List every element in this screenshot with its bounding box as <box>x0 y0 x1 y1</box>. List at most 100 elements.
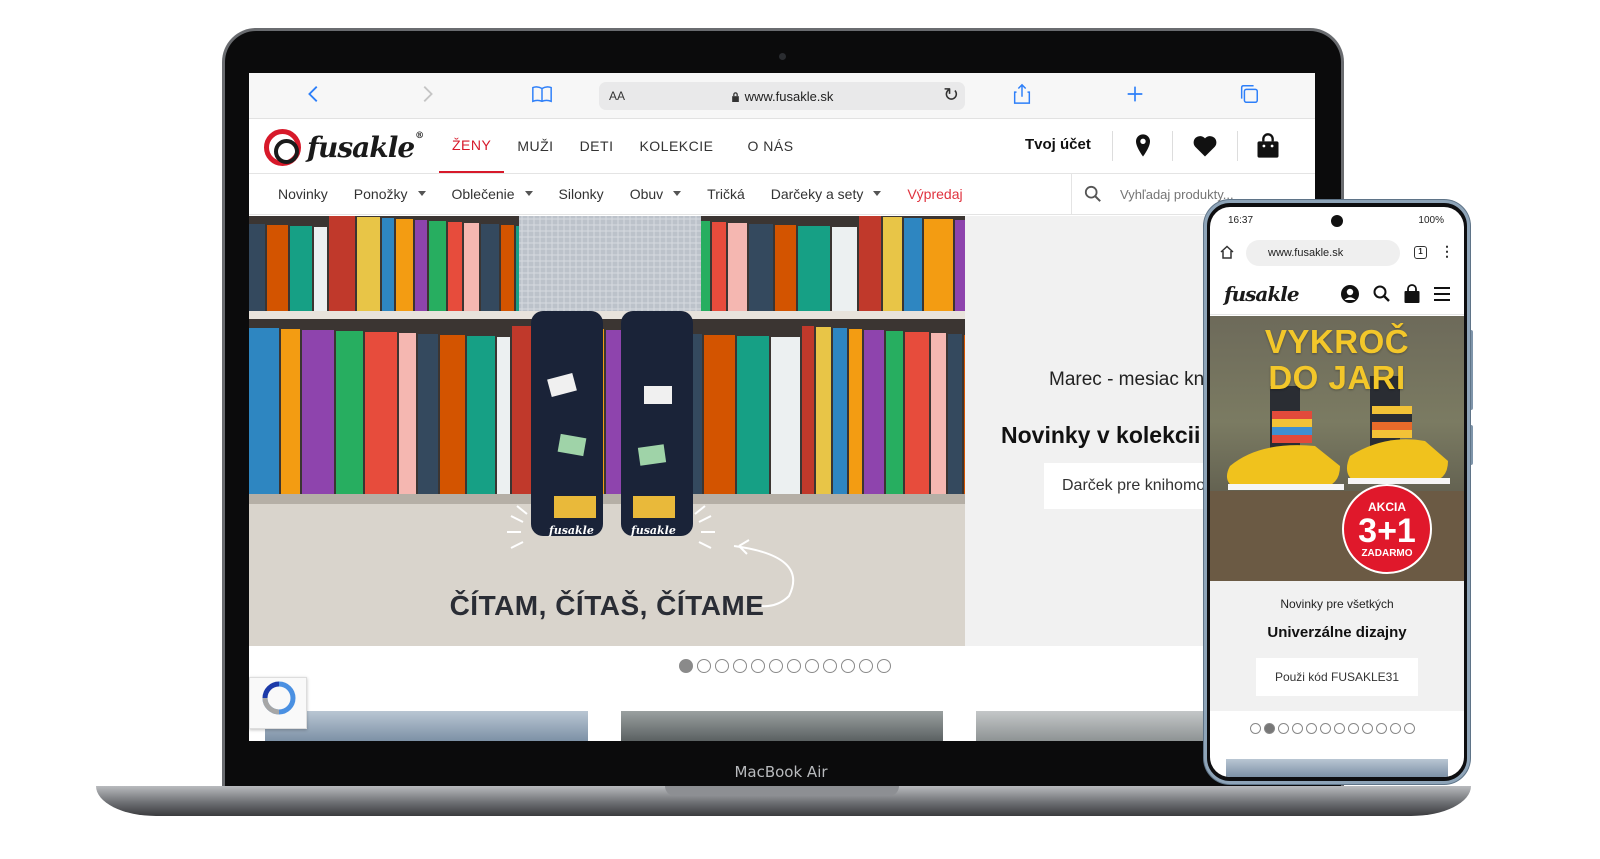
account-link[interactable]: Tvoj účet <box>1025 136 1091 153</box>
nav-item-muzi[interactable]: MUŽI <box>504 119 566 173</box>
category-item[interactable]: Tričká <box>694 174 758 214</box>
slider-dot[interactable] <box>733 659 747 673</box>
slider-dot[interactable] <box>823 659 837 673</box>
slider-dot[interactable] <box>1320 723 1331 734</box>
slider-dot[interactable] <box>751 659 765 673</box>
phone-promo-panel: Novinky pre všetkých Univerzálne dizajny… <box>1210 581 1464 711</box>
chevron-down-icon <box>673 190 682 196</box>
phone-promo-subtitle: Novinky pre všetkých <box>1280 597 1394 611</box>
bookmarks-icon[interactable] <box>529 83 555 109</box>
lock-icon <box>731 92 739 102</box>
recaptcha-badge[interactable] <box>249 677 307 729</box>
slider-dot[interactable] <box>841 659 855 673</box>
phone-tabs-icon[interactable]: 1 <box>1414 246 1427 259</box>
logo-wordmark: fusakle® <box>307 130 424 164</box>
category-item[interactable]: Obuv <box>617 174 694 214</box>
share-icon[interactable] <box>1009 83 1035 109</box>
laptop-screen: AA www.fusakle.sk ↻ fusakle® ŽENY MUŽI D… <box>249 73 1315 741</box>
hero-subtitle: Marec - mesiac kn <box>1049 369 1205 390</box>
account-icon[interactable] <box>1340 284 1360 304</box>
phone-address-bar[interactable]: www.fusakle.sk <box>1246 240 1400 266</box>
slider-dot[interactable] <box>1404 723 1415 734</box>
address-bar[interactable]: AA www.fusakle.sk ↻ <box>599 82 965 110</box>
phone-slider-dots <box>1250 723 1415 734</box>
slider-dot[interactable] <box>1390 723 1401 734</box>
slider-dot[interactable] <box>769 659 783 673</box>
slider-dot[interactable] <box>1348 723 1359 734</box>
category-item[interactable]: Darčeky a sety <box>758 174 895 214</box>
sock-logo-right: fusakle <box>630 524 676 537</box>
cart-bag-icon[interactable] <box>1402 284 1422 304</box>
slider-dot[interactable] <box>859 659 873 673</box>
phone-site-header: fusakle <box>1210 273 1464 315</box>
category-item[interactable]: Výpredaj <box>894 174 975 214</box>
category-label: Ponožky <box>353 186 408 202</box>
chevron-down-icon <box>873 190 882 196</box>
slider-dot[interactable] <box>787 659 801 673</box>
forward-icon[interactable] <box>414 83 440 109</box>
hamburger-menu-icon[interactable] <box>1432 284 1452 304</box>
nav-item-zeny[interactable]: ŽENY <box>439 119 505 173</box>
slider-dot[interactable] <box>1362 723 1373 734</box>
phone-browser-bar: www.fusakle.sk 1 ⋮ <box>1210 237 1464 269</box>
hero-slider[interactable]: fusakle fusakle ČÍTAM, ČÍTAŠ, ČÍTAME Mar… <box>249 216 1315 646</box>
slider-dot[interactable] <box>1278 723 1289 734</box>
search-icon[interactable] <box>1372 284 1392 304</box>
nav-item-kolekcie[interactable]: KOLEKCIE <box>626 119 726 173</box>
laptop-model-label: MacBook Air <box>734 763 828 781</box>
product-thumbnail[interactable] <box>265 711 588 741</box>
recaptcha-icon <box>262 681 296 715</box>
promo-badge: AKCIA 3+1 ZADARMO <box>1342 484 1432 574</box>
heart-icon[interactable] <box>1191 132 1219 160</box>
search-icon[interactable] <box>1084 185 1102 203</box>
header-divider <box>1112 131 1113 161</box>
category-item[interactable]: Ponožky <box>341 174 439 214</box>
chevron-down-icon <box>524 190 533 196</box>
slider-dot[interactable] <box>1264 723 1275 734</box>
slider-dot[interactable] <box>805 659 819 673</box>
hero-slogan: ČÍTAM, ČÍTAŠ, ČÍTAME <box>449 590 765 621</box>
hero-title: Novinky v kolekcii <box>1001 422 1201 448</box>
tabs-overview-icon[interactable] <box>1236 83 1262 109</box>
category-label: Novinky <box>278 186 328 202</box>
category-item[interactable]: Silonky <box>546 174 617 214</box>
phone-promo-button[interactable]: Použi kód FUSAKLE31 <box>1256 658 1418 696</box>
slider-dot[interactable] <box>1250 723 1261 734</box>
slider-dot[interactable] <box>715 659 729 673</box>
chevron-down-icon <box>417 190 426 196</box>
category-list: Novinky Ponožky Oblečenie Silonky Obuv Tričká… <box>265 174 976 214</box>
product-thumbnail[interactable] <box>976 711 1216 741</box>
slider-dot[interactable] <box>877 659 891 673</box>
header-divider <box>1237 131 1238 161</box>
slider-dot[interactable] <box>1376 723 1387 734</box>
location-pin-icon[interactable] <box>1129 132 1157 160</box>
category-item[interactable]: Novinky <box>265 174 341 214</box>
slider-dot[interactable] <box>697 659 711 673</box>
nav-item-deti[interactable]: DETI <box>567 119 627 173</box>
new-tab-icon[interactable] <box>1122 83 1148 109</box>
slider-dots <box>679 659 891 673</box>
home-icon[interactable] <box>1220 245 1234 259</box>
phone-menu-icon[interactable]: ⋮ <box>1440 243 1454 260</box>
sock-logo-left: fusakle <box>548 524 594 537</box>
phone-site-logo[interactable]: fusakle <box>1224 282 1300 306</box>
back-icon[interactable] <box>301 83 327 109</box>
nav-item-o-nas[interactable]: O NÁS <box>734 119 806 173</box>
phone-battery: 100% <box>1418 215 1444 226</box>
category-label: Obuv <box>629 186 664 202</box>
phone-hero-banner[interactable]: VYKROČ DO JARI AKCIA 3+1 ZADARMO <box>1210 316 1464 581</box>
phone-product-thumbnail[interactable] <box>1226 759 1448 777</box>
reload-icon[interactable]: ↻ <box>943 84 959 107</box>
product-thumbnail[interactable] <box>621 711 943 741</box>
slider-dot[interactable] <box>1306 723 1317 734</box>
slider-dot[interactable] <box>1292 723 1303 734</box>
shopping-bag-icon[interactable] <box>1254 132 1282 160</box>
category-label: Darčeky a sety <box>770 186 864 202</box>
category-item[interactable]: Oblečenie <box>439 174 546 214</box>
site-header: fusakle® ŽENY MUŽI DETI KOLEKCIE O NÁS T… <box>249 119 1315 173</box>
phone-promo-title: Univerzálne dizajny <box>1267 624 1407 641</box>
slider-dot[interactable] <box>1334 723 1345 734</box>
site-logo[interactable]: fusakle® <box>264 127 424 167</box>
laptop-camera <box>779 53 786 60</box>
slider-dot[interactable] <box>679 659 693 673</box>
